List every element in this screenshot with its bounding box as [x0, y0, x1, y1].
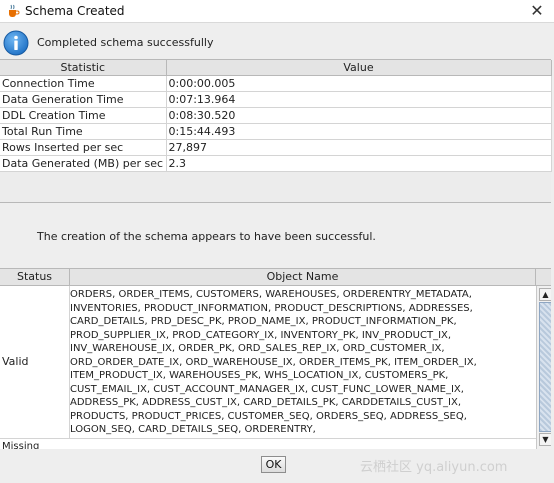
column-header-statistic[interactable]: Statistic	[0, 60, 167, 76]
window-title: Schema Created	[25, 4, 125, 18]
statistic-name: Data Generation Time	[0, 91, 167, 108]
statistics-grid: Statistic Value Connection Time 0:00:00.…	[0, 60, 552, 172]
java-cup-icon	[9, 4, 20, 17]
table-row[interactable]: Data Generation Time 0:07:13.964	[0, 91, 552, 108]
status-cell: Valid	[0, 286, 70, 438]
table-row[interactable]: Data Generated (MB) per sec 2.3	[0, 155, 552, 172]
watermark: 云栖社区 yq.aliyun.com	[360, 460, 508, 475]
info-icon	[3, 30, 29, 56]
statistic-name: DDL Creation Time	[0, 107, 167, 124]
status-valid: Valid	[2, 355, 29, 368]
statistics-header-row: Statistic Value	[0, 60, 552, 76]
statistic-value: 0:08:30.520	[166, 107, 552, 124]
close-icon: ✕	[530, 1, 544, 20]
statistic-value: 0:15:44.493	[166, 123, 552, 140]
object-header-row: Status Object Name	[0, 269, 551, 286]
table-row[interactable]: Valid ORDERS, ORDER_ITEMS, CUSTOMERS, WA…	[0, 286, 536, 439]
close-button[interactable]: ✕	[528, 1, 546, 21]
column-header-value[interactable]: Value	[166, 60, 552, 76]
info-bar: Completed schema successfully	[0, 23, 554, 59]
statistics-table: Statistic Value Connection Time 0:00:00.…	[0, 59, 552, 203]
object-status-table: Status Object Name Valid ORDERS, ORDER_I…	[0, 268, 551, 450]
vertical-scrollbar[interactable]: ▲ ▼	[536, 286, 551, 450]
statistic-name: Data Generated (MB) per sec	[0, 155, 167, 172]
statistic-name: Total Run Time	[0, 123, 167, 140]
result-message: The creation of the schema appears to ha…	[37, 230, 376, 243]
statistic-value: 27,897	[166, 139, 552, 156]
statistic-name: Connection Time	[0, 75, 167, 92]
table-row[interactable]: Rows Inserted per sec 27,897	[0, 139, 552, 156]
object-names-cell: ORDERS, ORDER_ITEMS, CUSTOMERS, WAREHOUS…	[70, 289, 477, 435]
column-header-object-name[interactable]: Object Name	[70, 269, 536, 285]
table-row[interactable]: Connection Time 0:00:00.005	[0, 75, 552, 92]
info-message: Completed schema successfully	[37, 36, 214, 49]
statistic-value: 0:00:00.005	[166, 75, 552, 92]
statistic-value: 2.3	[166, 155, 552, 172]
title-bar: Schema Created ✕	[0, 0, 554, 23]
scroll-thumb[interactable]	[539, 302, 551, 432]
statistic-name: Rows Inserted per sec	[0, 139, 167, 156]
table-row[interactable]: DDL Creation Time 0:08:30.520	[0, 107, 552, 124]
scroll-up-arrow-icon[interactable]: ▲	[539, 288, 551, 301]
statistic-value: 0:07:13.964	[166, 91, 552, 108]
ok-button[interactable]: OK	[261, 456, 286, 473]
column-header-status[interactable]: Status	[0, 269, 70, 285]
scroll-down-arrow-icon[interactable]: ▼	[539, 433, 551, 446]
table-row[interactable]: Total Run Time 0:15:44.493	[0, 123, 552, 140]
